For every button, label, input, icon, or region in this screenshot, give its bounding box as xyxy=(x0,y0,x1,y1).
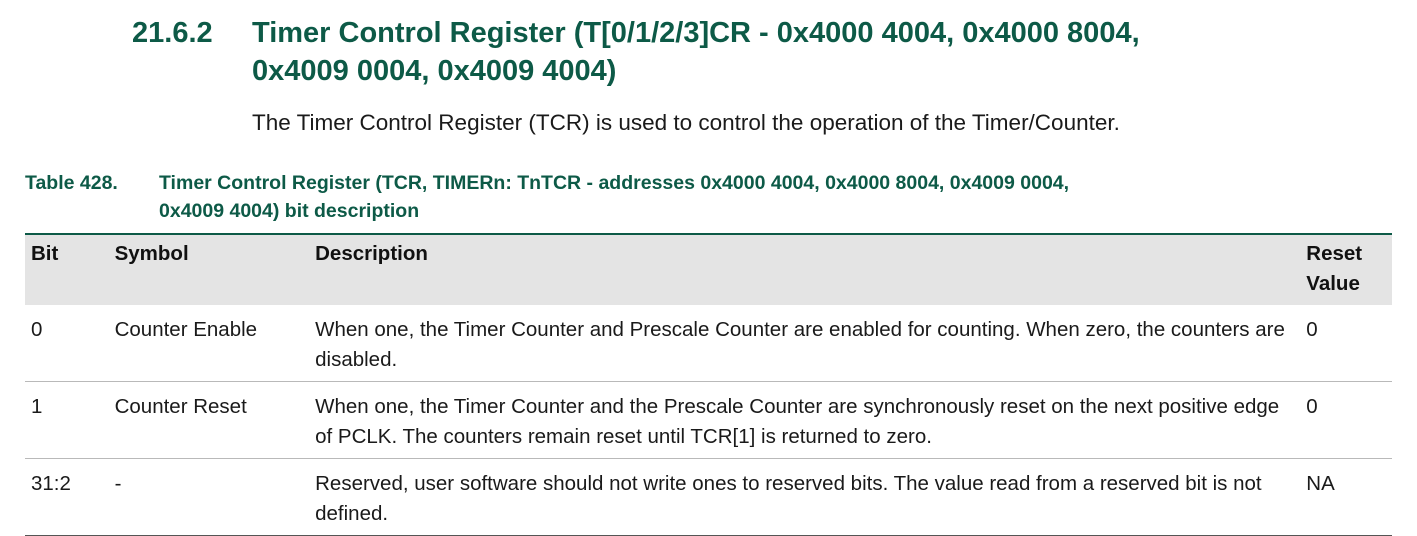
cell-reset-value: NA xyxy=(1306,472,1335,495)
table-caption: Table 428. Timer Control Register (TCR, T… xyxy=(25,169,1385,225)
cell-reset-value: 0 xyxy=(1306,395,1318,418)
table-row: 31:2 - Reserved, user software should no… xyxy=(25,459,1392,536)
header-bit: Bit xyxy=(31,242,59,265)
table-caption-label: Table 428. xyxy=(25,172,118,194)
header-symbol: Symbol xyxy=(114,242,189,265)
table-header: Bit Symbol Description Reset Value xyxy=(25,234,1392,305)
section-heading: 21.6.2 Timer Control Register (T[0/1/2/3]… xyxy=(132,14,1362,90)
table-row: 0 Counter Enable When one, the Timer Cou… xyxy=(25,305,1392,382)
cell-reset-value: 0 xyxy=(1306,318,1318,341)
bit-description-table: Bit Symbol Description Reset Value 0 Cou… xyxy=(25,233,1392,536)
cell-bit: 31:2 xyxy=(31,472,71,495)
cell-description: Reserved, user software should not write… xyxy=(315,472,1262,525)
section-number: 21.6.2 xyxy=(132,17,213,49)
table-header-row: Bit Symbol Description Reset Value xyxy=(25,234,1392,305)
section-title-line1: Timer Control Register (T[0/1/2/3]CR - 0… xyxy=(252,17,1140,49)
section-title-line2: 0x4009 0004, 0x4009 4004) xyxy=(252,55,617,87)
cell-bit: 1 xyxy=(31,395,43,418)
table-row: 1 Counter Reset When one, the Timer Coun… xyxy=(25,382,1392,459)
cell-symbol: - xyxy=(114,472,122,495)
table-body: 0 Counter Enable When one, the Timer Cou… xyxy=(25,305,1392,536)
cell-description: When one, the Timer Counter and the Pres… xyxy=(315,395,1280,448)
intro-paragraph: The Timer Control Register (TCR) is used… xyxy=(252,110,1120,135)
cell-bit: 0 xyxy=(31,318,43,341)
cell-symbol: Counter Reset xyxy=(114,395,247,418)
cell-description: When one, the Timer Counter and Prescale… xyxy=(315,318,1285,371)
header-description: Description xyxy=(315,242,428,265)
header-reset-value: Reset Value xyxy=(1306,242,1363,295)
table-caption-line1: Timer Control Register (TCR, TIMERn: TnT… xyxy=(159,172,1070,194)
table-caption-line2: 0x4009 4004) bit description xyxy=(159,200,420,222)
cell-symbol: Counter Enable xyxy=(114,318,258,341)
